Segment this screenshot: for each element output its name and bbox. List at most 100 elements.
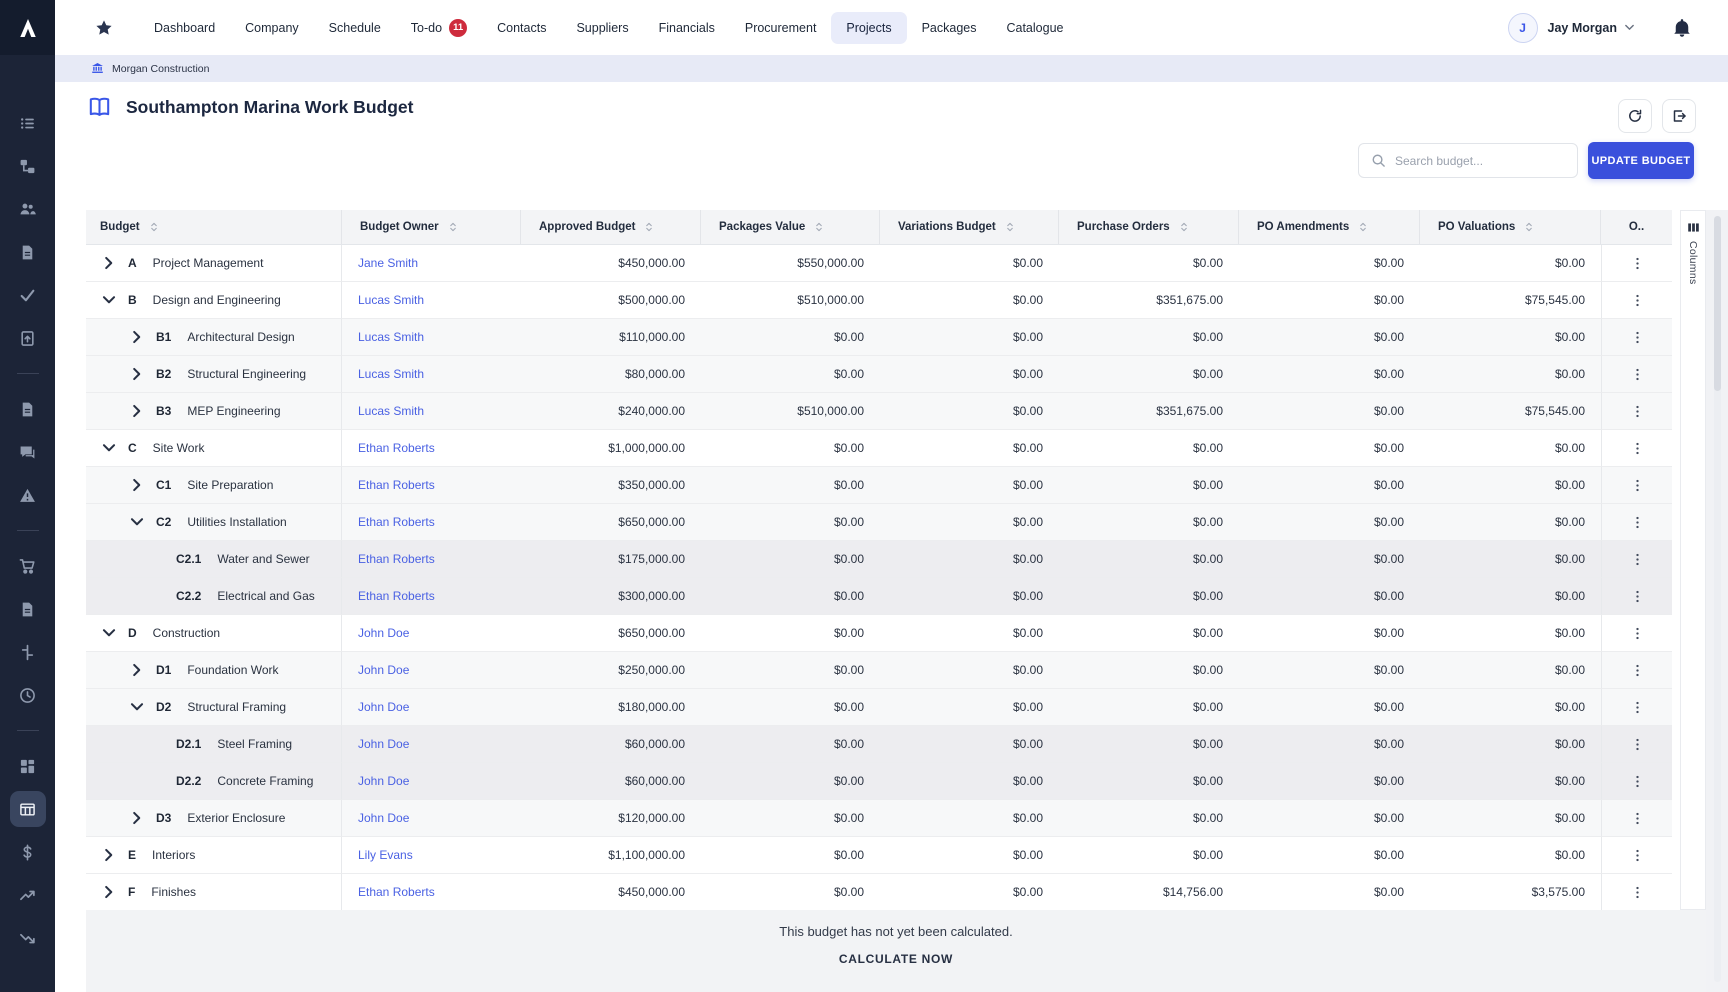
nav-item-procurement[interactable]: Procurement bbox=[730, 12, 832, 44]
row-menu-button[interactable] bbox=[1625, 288, 1649, 312]
app-logo[interactable] bbox=[0, 0, 55, 55]
update-budget-button[interactable]: UPDATE BUDGET bbox=[1588, 142, 1694, 179]
sidebar-item-document[interactable] bbox=[10, 234, 46, 270]
sidebar-item-invoice[interactable] bbox=[10, 591, 46, 627]
owner-link[interactable]: John Doe bbox=[358, 811, 409, 825]
owner-link[interactable]: Lucas Smith bbox=[358, 293, 424, 307]
sidebar-item-file-upload[interactable] bbox=[10, 320, 46, 356]
expand-toggle-icon[interactable] bbox=[128, 809, 146, 827]
column-header-packages-value[interactable]: Packages Value bbox=[701, 210, 880, 245]
column-header-po-amendments[interactable]: PO Amendments bbox=[1239, 210, 1420, 245]
column-header-po-valuations[interactable]: PO Valuations bbox=[1420, 210, 1601, 245]
row-menu-button[interactable] bbox=[1625, 399, 1649, 423]
scrollbar-thumb[interactable] bbox=[1714, 216, 1721, 391]
owner-link[interactable]: John Doe bbox=[358, 774, 409, 788]
sidebar-item-list[interactable] bbox=[10, 105, 46, 141]
row-menu-button[interactable] bbox=[1625, 510, 1649, 534]
avatar[interactable]: J bbox=[1508, 13, 1538, 43]
sidebar-item-check[interactable] bbox=[10, 277, 46, 313]
sidebar-item-hierarchy[interactable] bbox=[10, 148, 46, 184]
owner-link[interactable]: Ethan Roberts bbox=[358, 441, 435, 455]
row-menu-button[interactable] bbox=[1625, 769, 1649, 793]
sidebar-item-grid[interactable] bbox=[10, 748, 46, 784]
nav-item-company[interactable]: Company bbox=[230, 12, 314, 44]
owner-link[interactable]: Ethan Roberts bbox=[358, 589, 435, 603]
column-header-budget[interactable]: Budget bbox=[86, 210, 342, 245]
row-menu-button[interactable] bbox=[1625, 473, 1649, 497]
sidebar-item-file[interactable] bbox=[10, 391, 46, 427]
column-header-variations-budget[interactable]: Variations Budget bbox=[880, 210, 1059, 245]
collapse-toggle-icon[interactable] bbox=[100, 439, 118, 457]
row-menu-button[interactable] bbox=[1625, 843, 1649, 867]
expand-toggle-icon[interactable] bbox=[128, 476, 146, 494]
sidebar-item-cart[interactable] bbox=[10, 548, 46, 584]
vertical-scrollbar[interactable] bbox=[1714, 216, 1721, 982]
sidebar-item-people[interactable] bbox=[10, 191, 46, 227]
nav-item-catalogue[interactable]: Catalogue bbox=[991, 12, 1078, 44]
expand-toggle-icon[interactable] bbox=[100, 883, 118, 901]
row-menu-button[interactable] bbox=[1625, 621, 1649, 645]
collapse-toggle-icon[interactable] bbox=[128, 513, 146, 531]
export-button[interactable] bbox=[1662, 99, 1696, 133]
column-header-approved-budget[interactable]: Approved Budget bbox=[521, 210, 701, 245]
sidebar-item-trend-down[interactable] bbox=[10, 920, 46, 956]
owner-link[interactable]: John Doe bbox=[358, 700, 409, 714]
collapse-toggle-icon[interactable] bbox=[100, 291, 118, 309]
owner-link[interactable]: John Doe bbox=[358, 626, 409, 640]
owner-link[interactable]: John Doe bbox=[358, 663, 409, 677]
row-menu-button[interactable] bbox=[1625, 695, 1649, 719]
row-menu-button[interactable] bbox=[1625, 584, 1649, 608]
row-menu-button[interactable] bbox=[1625, 547, 1649, 571]
columns-panel-tab[interactable]: Columns bbox=[1680, 210, 1706, 910]
owner-link[interactable]: Ethan Roberts bbox=[358, 885, 435, 899]
row-menu-button[interactable] bbox=[1625, 732, 1649, 756]
expand-toggle-icon[interactable] bbox=[128, 365, 146, 383]
owner-link[interactable]: Lily Evans bbox=[358, 848, 413, 862]
sidebar-item-table[interactable] bbox=[10, 791, 46, 827]
nav-item-dashboard[interactable]: Dashboard bbox=[139, 12, 230, 44]
expand-toggle-icon[interactable] bbox=[100, 846, 118, 864]
collapse-toggle-icon[interactable] bbox=[128, 698, 146, 716]
nav-item-projects[interactable]: Projects bbox=[831, 12, 906, 44]
row-menu-button[interactable] bbox=[1625, 362, 1649, 386]
row-menu-button[interactable] bbox=[1625, 436, 1649, 460]
sidebar-item-trend-up[interactable] bbox=[10, 877, 46, 913]
owner-link[interactable]: Ethan Roberts bbox=[358, 552, 435, 566]
calculate-now-button[interactable]: CALCULATE NOW bbox=[839, 952, 953, 966]
user-name[interactable]: Jay Morgan bbox=[1548, 21, 1617, 35]
row-menu-button[interactable] bbox=[1625, 658, 1649, 682]
row-menu-button[interactable] bbox=[1625, 251, 1649, 275]
notifications-bell-icon[interactable] bbox=[1672, 18, 1692, 38]
sidebar-item-clock[interactable] bbox=[10, 677, 46, 713]
refresh-button[interactable] bbox=[1618, 99, 1652, 133]
sidebar-item-dollar[interactable] bbox=[10, 834, 46, 870]
owner-link[interactable]: Lucas Smith bbox=[358, 330, 424, 344]
expand-toggle-icon[interactable] bbox=[128, 661, 146, 679]
owner-link[interactable]: Ethan Roberts bbox=[358, 478, 435, 492]
column-header-o..[interactable]: O.. bbox=[1601, 210, 1672, 245]
owner-link[interactable]: Lucas Smith bbox=[358, 404, 424, 418]
sidebar-item-chat[interactable] bbox=[10, 434, 46, 470]
expand-toggle-icon[interactable] bbox=[128, 328, 146, 346]
expand-toggle-icon[interactable] bbox=[100, 254, 118, 272]
breadcrumb-company[interactable]: Morgan Construction bbox=[112, 63, 209, 75]
owner-link[interactable]: Lucas Smith bbox=[358, 367, 424, 381]
nav-item-to-do[interactable]: To-do11 bbox=[396, 10, 482, 46]
sidebar-item-warning[interactable] bbox=[10, 477, 46, 513]
row-menu-button[interactable] bbox=[1625, 806, 1649, 830]
expand-toggle-icon[interactable] bbox=[128, 402, 146, 420]
collapse-toggle-icon[interactable] bbox=[100, 624, 118, 642]
owner-link[interactable]: John Doe bbox=[358, 737, 409, 751]
column-header-purchase-orders[interactable]: Purchase Orders bbox=[1059, 210, 1239, 245]
owner-link[interactable]: Jane Smith bbox=[358, 256, 418, 270]
nav-item-contacts[interactable]: Contacts bbox=[482, 12, 561, 44]
sidebar-item-adjust[interactable] bbox=[10, 634, 46, 670]
column-header-budget-owner[interactable]: Budget Owner bbox=[342, 210, 521, 245]
nav-item-packages[interactable]: Packages bbox=[907, 12, 992, 44]
row-menu-button[interactable] bbox=[1625, 880, 1649, 904]
nav-item-financials[interactable]: Financials bbox=[644, 12, 730, 44]
nav-item-schedule[interactable]: Schedule bbox=[314, 12, 396, 44]
search-input[interactable] bbox=[1395, 154, 1577, 168]
owner-link[interactable]: Ethan Roberts bbox=[358, 515, 435, 529]
nav-item-suppliers[interactable]: Suppliers bbox=[561, 12, 643, 44]
